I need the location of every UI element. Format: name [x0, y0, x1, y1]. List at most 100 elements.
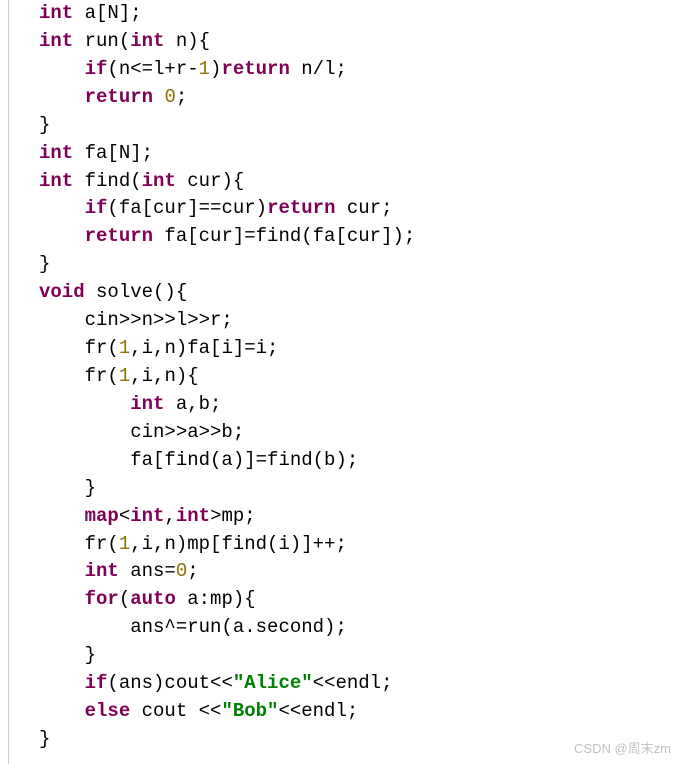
- code-token: return: [85, 225, 153, 247]
- code-token: a,b;: [164, 393, 221, 415]
- code-token: int: [130, 30, 164, 52]
- code-token: int: [39, 170, 73, 192]
- code-line: fr(1,i,n)mp[find(i)]++;: [39, 531, 671, 559]
- code-token: ;: [187, 560, 198, 582]
- code-token: 0: [176, 560, 187, 582]
- code-line: }: [39, 475, 671, 503]
- code-line: }: [39, 112, 671, 140]
- code-token: fa[find(a)]=find(b);: [39, 449, 358, 471]
- code-token: }: [39, 644, 96, 666]
- code-token: auto: [130, 588, 176, 610]
- code-token: for: [85, 588, 119, 610]
- code-token: [39, 197, 85, 219]
- code-line: cin>>n>>l>>r;: [39, 307, 671, 335]
- code-token: else: [85, 700, 131, 722]
- code-token: fr(: [39, 337, 119, 359]
- code-token: 1: [119, 533, 130, 555]
- code-token: <: [119, 505, 130, 527]
- code-token: 0: [164, 86, 175, 108]
- code-line: }: [39, 642, 671, 670]
- code-token: (ans)cout<<: [107, 672, 232, 694]
- code-token: 1: [199, 58, 210, 80]
- code-token: return: [221, 58, 289, 80]
- code-token: [39, 505, 85, 527]
- code-token: cur){: [176, 170, 244, 192]
- watermark-text: CSDN @周末zm: [574, 739, 671, 758]
- code-token: ,i,n)mp[find(i)]++;: [130, 533, 347, 555]
- code-token: [39, 672, 85, 694]
- code-line: int fa[N];: [39, 140, 671, 168]
- code-token: int: [39, 2, 73, 24]
- code-token: return: [85, 86, 153, 108]
- code-token: [39, 560, 85, 582]
- code-token: a[N];: [73, 2, 141, 24]
- code-token: run(: [73, 30, 130, 52]
- code-token: ,i,n){: [130, 365, 198, 387]
- code-token: [39, 700, 85, 722]
- code-token: int: [130, 505, 164, 527]
- code-line: for(auto a:mp){: [39, 586, 671, 614]
- code-line: int a[N];: [39, 0, 671, 28]
- code-token: 1: [119, 365, 130, 387]
- code-token: ans=: [119, 560, 176, 582]
- code-token: fa[cur]=find(fa[cur]);: [153, 225, 415, 247]
- code-token: int: [85, 560, 119, 582]
- code-token: [39, 58, 85, 80]
- code-token: ans^=run(a.second);: [39, 616, 347, 638]
- code-line: }: [39, 251, 671, 279]
- code-line: else cout <<"Bob"<<endl;: [39, 698, 671, 726]
- code-token: cout <<: [130, 700, 221, 722]
- code-token: cur;: [335, 197, 392, 219]
- code-token: <<endl;: [313, 672, 393, 694]
- code-token: [153, 86, 164, 108]
- code-token: int: [39, 30, 73, 52]
- code-token: n/l;: [290, 58, 347, 80]
- code-line: cin>>a>>b;: [39, 419, 671, 447]
- code-token: find(: [73, 170, 141, 192]
- code-line: int a,b;: [39, 391, 671, 419]
- code-token: ;: [176, 86, 187, 108]
- code-token: <<endl;: [278, 700, 358, 722]
- code-line: int run(int n){: [39, 28, 671, 56]
- code-token: ,: [164, 505, 175, 527]
- code-token: return: [267, 197, 335, 219]
- code-token: if: [85, 672, 108, 694]
- code-line: if(ans)cout<<"Alice"<<endl;: [39, 670, 671, 698]
- code-token: int: [39, 142, 73, 164]
- code-line: ans^=run(a.second);: [39, 614, 671, 642]
- code-token: ,i,n)fa[i]=i;: [130, 337, 278, 359]
- code-line: void solve(){: [39, 279, 671, 307]
- code-line: int find(int cur){: [39, 168, 671, 196]
- code-line: int ans=0;: [39, 558, 671, 586]
- code-token: solve(){: [85, 281, 188, 303]
- code-token: }: [39, 728, 50, 750]
- code-line: fr(1,i,n)fa[i]=i;: [39, 335, 671, 363]
- code-line: if(n<=l+r-1)return n/l;: [39, 56, 671, 84]
- code-token: if: [85, 58, 108, 80]
- code-token: map: [85, 505, 119, 527]
- code-token: [39, 225, 85, 247]
- code-line: fa[find(a)]=find(b);: [39, 447, 671, 475]
- code-token: int: [130, 393, 164, 415]
- code-token: int: [142, 170, 176, 192]
- code-token: 1: [119, 337, 130, 359]
- code-token: }: [39, 253, 50, 275]
- code-token: cin>>a>>b;: [39, 421, 244, 443]
- code-token: fr(: [39, 365, 119, 387]
- code-token: [39, 588, 85, 610]
- code-token: (n<=l+r-: [107, 58, 198, 80]
- code-token: n){: [164, 30, 210, 52]
- code-token: }: [39, 477, 96, 499]
- code-line: return fa[cur]=find(fa[cur]);: [39, 223, 671, 251]
- code-token: void: [39, 281, 85, 303]
- code-block: int a[N];int run(int n){ if(n<=l+r-1)ret…: [8, 0, 681, 764]
- code-token: ): [210, 58, 221, 80]
- code-token: fa[N];: [73, 142, 153, 164]
- code-line: fr(1,i,n){: [39, 363, 671, 391]
- code-line: return 0;: [39, 84, 671, 112]
- code-token: if: [85, 197, 108, 219]
- code-line: if(fa[cur]==cur)return cur;: [39, 195, 671, 223]
- code-token: "Bob": [221, 700, 278, 722]
- code-token: (: [119, 588, 130, 610]
- code-token: int: [176, 505, 210, 527]
